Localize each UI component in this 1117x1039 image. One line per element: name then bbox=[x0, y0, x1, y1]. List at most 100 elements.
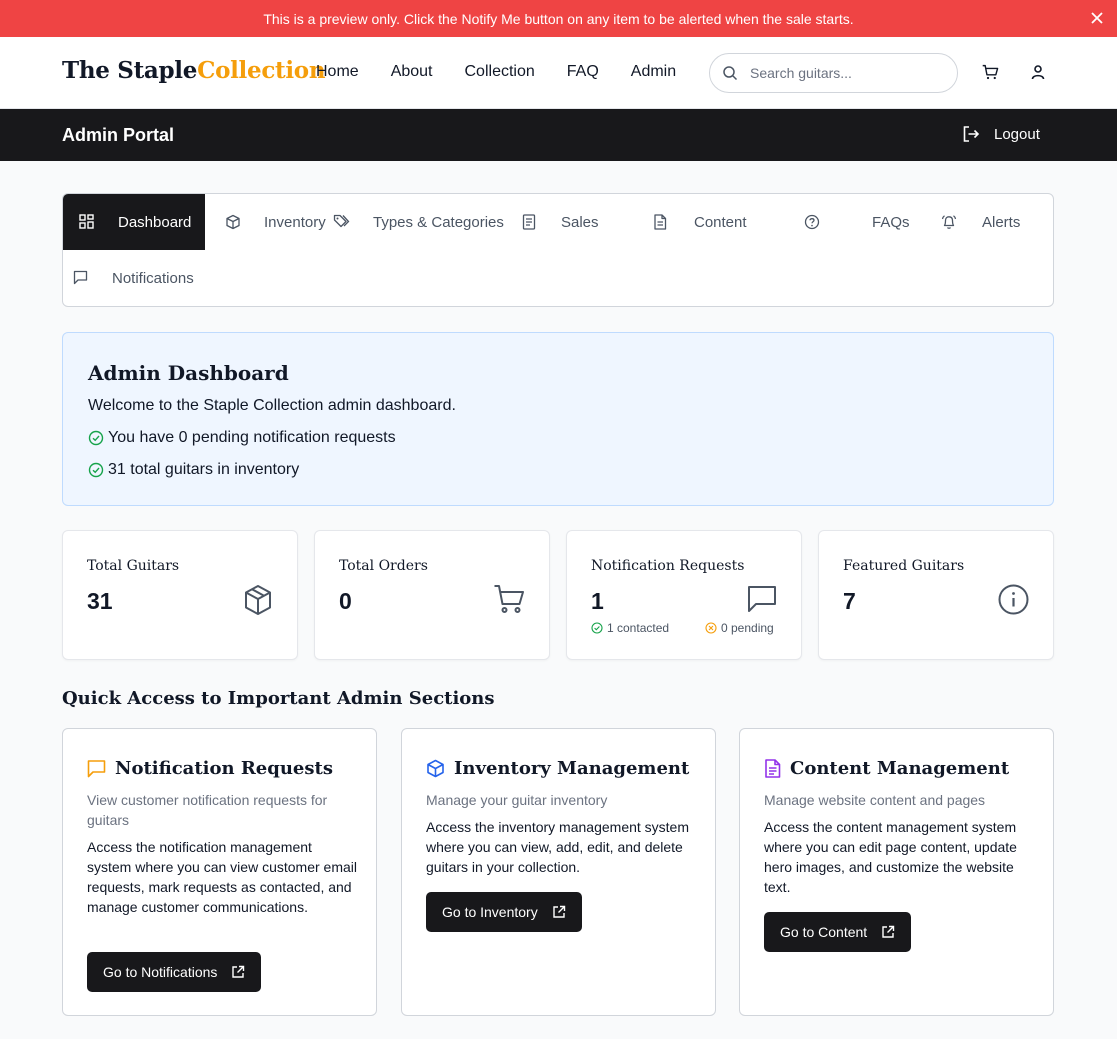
welcome-item-text: 31 total guitars in inventory bbox=[108, 461, 300, 478]
contacted-count: 1 contacted bbox=[591, 621, 669, 635]
check-circle-icon bbox=[591, 622, 603, 634]
welcome-item: You have 0 pending notification requests bbox=[88, 429, 396, 447]
quick-card-inventory: Inventory Management Manage your guitar … bbox=[401, 728, 716, 1016]
nav-faq[interactable]: FAQ bbox=[567, 63, 599, 81]
help-circle-icon bbox=[804, 214, 820, 230]
contacted-text: 1 contacted bbox=[607, 621, 670, 635]
welcome-panel: Admin Dashboard Welcome to the Staple Co… bbox=[62, 332, 1054, 506]
quick-card-title: Notification Requests bbox=[115, 758, 333, 779]
quick-card-notifications: Notification Requests View customer noti… bbox=[62, 728, 377, 1016]
quick-card-header: Content Management bbox=[764, 758, 1009, 779]
external-link-icon bbox=[881, 925, 895, 939]
document-icon bbox=[653, 214, 667, 230]
check-circle-icon bbox=[88, 430, 104, 446]
stat-card-notification-requests: Notification Requests 1 1 contacted 0 pe… bbox=[566, 530, 802, 660]
quick-card-subtitle: Manage your guitar inventory bbox=[426, 792, 608, 808]
main-nav: Home About Collection FAQ Admin bbox=[316, 63, 708, 81]
tab-label: Sales bbox=[561, 213, 599, 231]
dashboard-title: Admin Dashboard bbox=[88, 361, 289, 385]
welcome-intro: Welcome to the Staple Collection admin d… bbox=[88, 397, 456, 414]
quick-card-header: Notification Requests bbox=[87, 758, 333, 779]
logout-icon bbox=[962, 125, 980, 143]
tab-label: Inventory bbox=[264, 213, 326, 231]
nav-home[interactable]: Home bbox=[316, 63, 359, 81]
box-icon bbox=[243, 584, 273, 616]
admin-tabs: Dashboard Inventory Types & Categories S… bbox=[62, 193, 1054, 307]
stat-card-total-guitars: Total Guitars 31 bbox=[62, 530, 298, 660]
quick-card-content: Content Management Manage website conten… bbox=[739, 728, 1054, 1016]
nav-about[interactable]: About bbox=[391, 63, 433, 81]
check-circle-icon bbox=[88, 462, 104, 478]
bell-icon bbox=[941, 214, 957, 230]
cart-icon[interactable] bbox=[982, 64, 999, 80]
search-icon bbox=[722, 65, 738, 81]
cart-icon bbox=[493, 584, 525, 614]
pending-text: 0 pending bbox=[721, 621, 774, 635]
box-icon bbox=[225, 214, 241, 230]
logo-text-accent: Collection bbox=[197, 57, 326, 84]
welcome-item-text: You have 0 pending notification requests bbox=[108, 429, 396, 446]
message-icon bbox=[87, 759, 106, 778]
welcome-item: 31 total guitars in inventory bbox=[88, 461, 299, 479]
tab-label: Dashboard bbox=[118, 213, 192, 231]
site-logo[interactable]: The StapleCollection bbox=[62, 57, 326, 84]
quick-card-title: Inventory Management bbox=[454, 758, 690, 779]
quick-card-description: Access the notification management syste… bbox=[87, 839, 357, 915]
admin-bar: Admin Portal Logout bbox=[0, 109, 1117, 161]
go-to-notifications-button[interactable]: Go to Notifications bbox=[87, 952, 262, 992]
stat-label: Featured Guitars bbox=[843, 558, 965, 574]
external-link-icon bbox=[231, 965, 245, 979]
admin-portal-title: Admin Portal bbox=[62, 125, 175, 145]
quick-card-title: Content Management bbox=[790, 758, 1010, 779]
stat-label: Total Orders bbox=[339, 558, 428, 574]
quick-card-subtitle: View customer notification requests for … bbox=[87, 792, 328, 828]
logout-button[interactable]: Logout bbox=[962, 125, 1040, 143]
quick-card-description: Access the content management system whe… bbox=[764, 819, 1017, 895]
receipt-icon bbox=[522, 214, 536, 230]
close-icon[interactable] bbox=[1089, 10, 1105, 26]
search-input[interactable] bbox=[750, 54, 950, 92]
user-icon[interactable] bbox=[1030, 64, 1046, 80]
nav-collection[interactable]: Collection bbox=[465, 63, 535, 81]
grid-icon bbox=[79, 214, 94, 229]
tab-types-categories[interactable]: Types & Categories bbox=[331, 194, 517, 250]
tab-alerts[interactable]: Alerts bbox=[927, 194, 1053, 250]
tab-dashboard[interactable]: Dashboard bbox=[63, 194, 205, 250]
pending-count: 0 pending bbox=[705, 621, 774, 635]
button-label: Go to Inventory bbox=[442, 904, 538, 920]
tags-icon bbox=[333, 214, 350, 229]
nav-admin[interactable]: Admin bbox=[631, 63, 676, 81]
tab-label: Alerts bbox=[982, 213, 1021, 231]
quick-card-subtitle: Manage website content and pages bbox=[764, 792, 986, 808]
tab-content[interactable]: Content bbox=[647, 194, 797, 250]
stat-label: Notification Requests bbox=[591, 558, 745, 574]
external-link-icon bbox=[552, 905, 566, 919]
stat-card-featured-guitars: Featured Guitars 7 bbox=[818, 530, 1054, 660]
tab-sales[interactable]: Sales bbox=[517, 194, 647, 250]
quick-card-header: Inventory Management bbox=[426, 758, 689, 779]
tab-faqs[interactable]: FAQs bbox=[797, 194, 927, 250]
stat-value: 31 bbox=[87, 588, 113, 614]
quick-access-title: Quick Access to Important Admin Sections bbox=[62, 688, 495, 709]
button-label: Go to Notifications bbox=[103, 964, 218, 980]
preview-banner: This is a preview only. Click the Notify… bbox=[0, 0, 1117, 37]
stat-card-total-orders: Total Orders 0 bbox=[314, 530, 550, 660]
box-icon bbox=[426, 759, 445, 778]
stat-value: 0 bbox=[339, 588, 352, 614]
button-label: Go to Content bbox=[780, 924, 868, 940]
tab-label: Types & Categories bbox=[373, 213, 504, 231]
stat-value: 1 bbox=[591, 588, 604, 614]
go-to-inventory-button[interactable]: Go to Inventory bbox=[426, 892, 582, 932]
tab-label: Content bbox=[694, 213, 747, 231]
x-circle-icon bbox=[705, 622, 717, 634]
tab-notifications[interactable]: Notifications bbox=[63, 250, 223, 306]
search-box bbox=[709, 53, 958, 93]
go-to-content-button[interactable]: Go to Content bbox=[764, 912, 912, 952]
quick-card-description: Access the inventory management system w… bbox=[426, 819, 690, 875]
tab-label: FAQs bbox=[872, 213, 910, 231]
info-icon bbox=[998, 584, 1029, 615]
document-icon bbox=[764, 759, 781, 778]
logout-label: Logout bbox=[994, 125, 1040, 143]
stat-label: Total Guitars bbox=[87, 558, 180, 574]
message-icon bbox=[73, 270, 88, 285]
